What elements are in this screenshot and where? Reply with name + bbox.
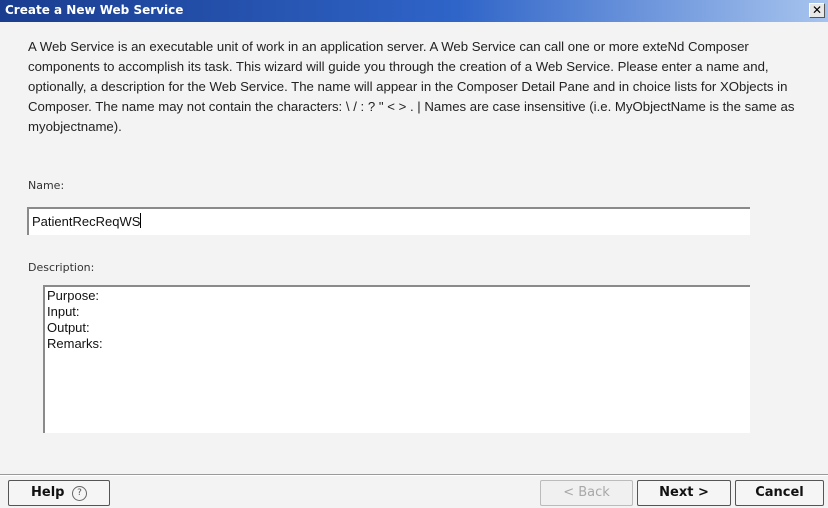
name-input-value: PatientRecReqWS — [32, 214, 141, 229]
description-line: Remarks: — [47, 336, 103, 351]
window-title: Create a New Web Service — [5, 3, 184, 17]
help-button[interactable]: Help ? — [8, 480, 110, 506]
description-line: Input: — [47, 304, 80, 319]
description-textarea[interactable]: Purpose: Input: Output: Remarks: — [43, 285, 750, 433]
cancel-button-label: Cancel — [755, 485, 804, 500]
back-button[interactable]: < Back — [540, 480, 633, 506]
description-label: Description: — [28, 261, 95, 274]
name-label: Name: — [28, 179, 65, 192]
back-button-label: < Back — [563, 485, 610, 500]
help-button-label: Help — [31, 485, 65, 500]
intro-description: A Web Service is an executable unit of w… — [28, 39, 795, 134]
next-button[interactable]: Next > — [637, 480, 731, 506]
description-line: Purpose: — [47, 288, 100, 303]
help-circle-icon: ? — [72, 486, 87, 501]
title-bar: Create a New Web Service ✕ — [0, 0, 828, 22]
cancel-button[interactable]: Cancel — [735, 480, 824, 506]
description-line: Output: — [47, 320, 90, 335]
close-button[interactable]: ✕ — [809, 3, 825, 18]
name-input[interactable]: PatientRecReqWS — [27, 207, 750, 235]
footer-divider — [0, 474, 828, 476]
close-icon: ✕ — [811, 3, 823, 17]
next-button-label: Next > — [659, 485, 709, 500]
text-cursor — [140, 213, 142, 228]
